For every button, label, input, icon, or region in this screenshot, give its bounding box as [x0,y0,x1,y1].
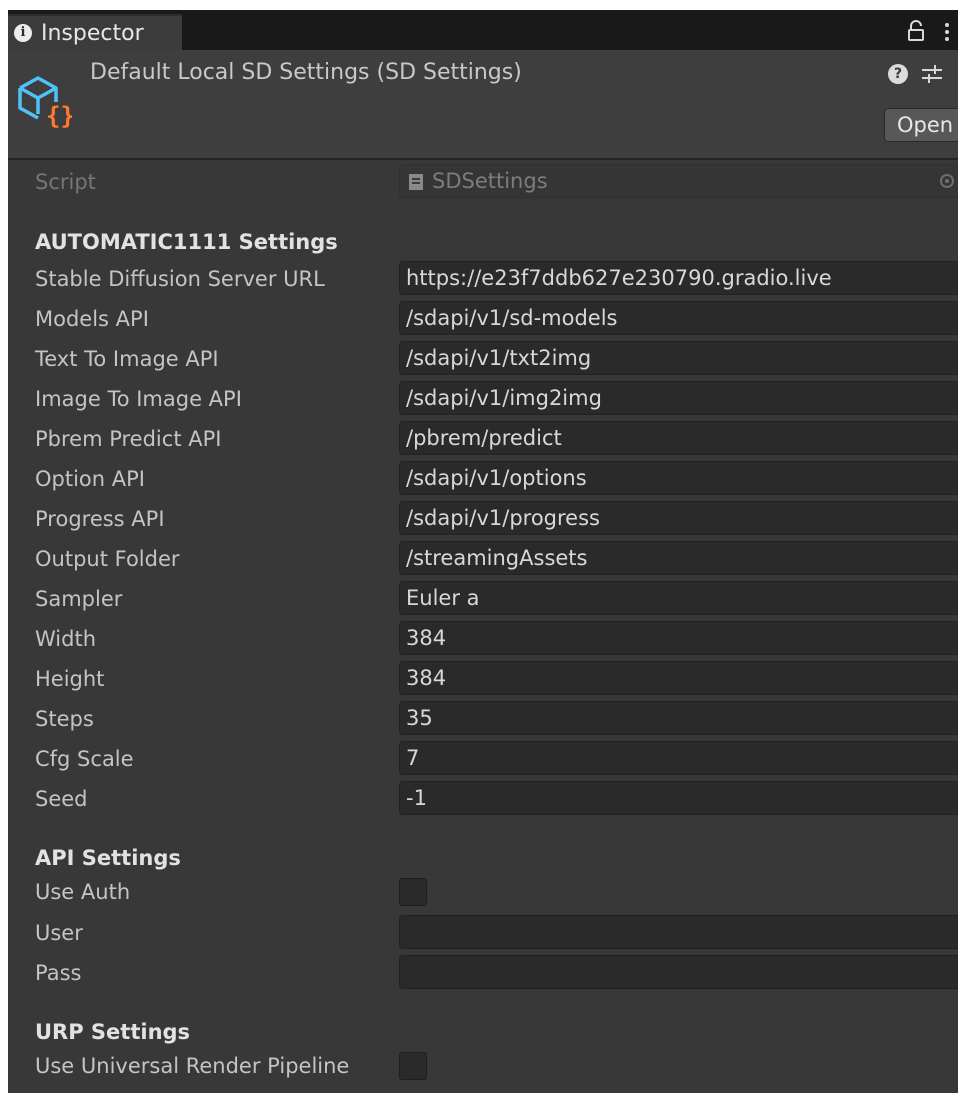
field-label: Models API [35,307,149,331]
pass-row: Pass [8,953,958,993]
field-row: Text To Image API /sdapi/v1/txt2img [8,339,958,379]
field-label: Image To Image API [35,387,242,411]
field-row: Option API /sdapi/v1/options [8,459,958,499]
lock-icon[interactable] [906,20,926,42]
field-label: Pbrem Predict API [35,427,222,451]
user-row: User [8,913,958,953]
field-row: Stable Diffusion Server URL https://e23f… [8,259,958,299]
section-header-api-settings: API Settings [35,846,181,870]
field-label: Width [35,627,97,651]
tab-inspector[interactable]: i Inspector [8,14,182,50]
sampler-input[interactable]: Euler a [399,581,958,615]
tab-inspector-label: Inspector [41,20,144,46]
use-auth-checkbox[interactable] [399,878,427,906]
use-auth-row: Use Auth [8,872,958,912]
pbrem-predict-api-input[interactable]: /pbrem/predict [399,421,958,455]
user-label: User [35,921,83,945]
height-input[interactable]: 384 [399,661,958,695]
script-file-icon [409,174,423,190]
preset-icon[interactable] [920,62,944,86]
field-row: Sampler Euler a [8,579,958,619]
field-row: Seed -1 [8,779,958,819]
field-label: Height [35,667,105,691]
script-row: Script SDSettings [8,162,958,202]
output-folder-input[interactable]: /streamingAssets [399,541,958,575]
server-url-input[interactable]: https://e23f7ddb627e230790.gradio.live [399,261,958,295]
field-label: Seed [35,787,88,811]
section-header-urp-settings: URP Settings [35,1020,191,1044]
script-field[interactable]: SDSettings [399,164,958,198]
tab-bar: i Inspector [8,10,958,50]
kebab-menu-icon[interactable] [940,20,954,44]
field-row: Output Folder /streamingAssets [8,539,958,579]
info-icon: i [14,24,32,42]
use-urp-label: Use Universal Render Pipeline [35,1054,350,1078]
field-label: Cfg Scale [35,747,134,771]
field-label: Stable Diffusion Server URL [35,267,325,291]
option-api-input[interactable]: /sdapi/v1/options [399,461,958,495]
inspector-window: i Inspector {} Default Local SD Settings… [8,10,958,1093]
cfg-scale-input[interactable]: 7 [399,741,958,775]
field-row: Image To Image API /sdapi/v1/img2img [8,379,958,419]
field-label: Option API [35,467,145,491]
field-row: Models API /sdapi/v1/sd-models [8,299,958,339]
field-label: Output Folder [35,547,180,571]
field-row: Pbrem Predict API /pbrem/predict [8,419,958,459]
svg-text:{}: {} [46,102,72,130]
object-picker-icon[interactable] [940,174,954,188]
asset-title: Default Local SD Settings (SD Settings) [90,60,522,85]
pass-input[interactable] [399,955,958,989]
user-input[interactable] [399,915,958,949]
img2img-api-input[interactable]: /sdapi/v1/img2img [399,381,958,415]
pass-label: Pass [35,961,82,985]
steps-input[interactable]: 35 [399,701,958,735]
field-label: Sampler [35,587,123,611]
help-icon[interactable]: ? [888,64,908,84]
field-row: Height 384 [8,659,958,699]
scriptable-object-icon: {} [18,76,72,130]
field-label: Text To Image API [35,347,219,371]
progress-api-input[interactable]: /sdapi/v1/progress [399,501,958,535]
txt2img-api-input[interactable]: /sdapi/v1/txt2img [399,341,958,375]
width-input[interactable]: 384 [399,621,958,655]
field-row: Progress API /sdapi/v1/progress [8,499,958,539]
models-api-input[interactable]: /sdapi/v1/sd-models [399,301,958,335]
use-auth-label: Use Auth [35,880,131,904]
seed-input[interactable]: -1 [399,781,958,815]
use-urp-row: Use Universal Render Pipeline [8,1046,958,1086]
inspector-header: {} Default Local SD Settings (SD Setting… [8,50,958,160]
field-row: Cfg Scale 7 [8,739,958,779]
use-urp-checkbox[interactable] [399,1052,427,1080]
script-label: Script [35,170,96,194]
field-label: Progress API [35,507,165,531]
section-header-automatic1111: AUTOMATIC1111 Settings [35,230,338,254]
script-value: SDSettings [432,169,548,193]
field-label: Steps [35,707,94,731]
open-button[interactable]: Open [884,108,958,142]
field-row: Steps 35 [8,699,958,739]
field-row: Width 384 [8,619,958,659]
